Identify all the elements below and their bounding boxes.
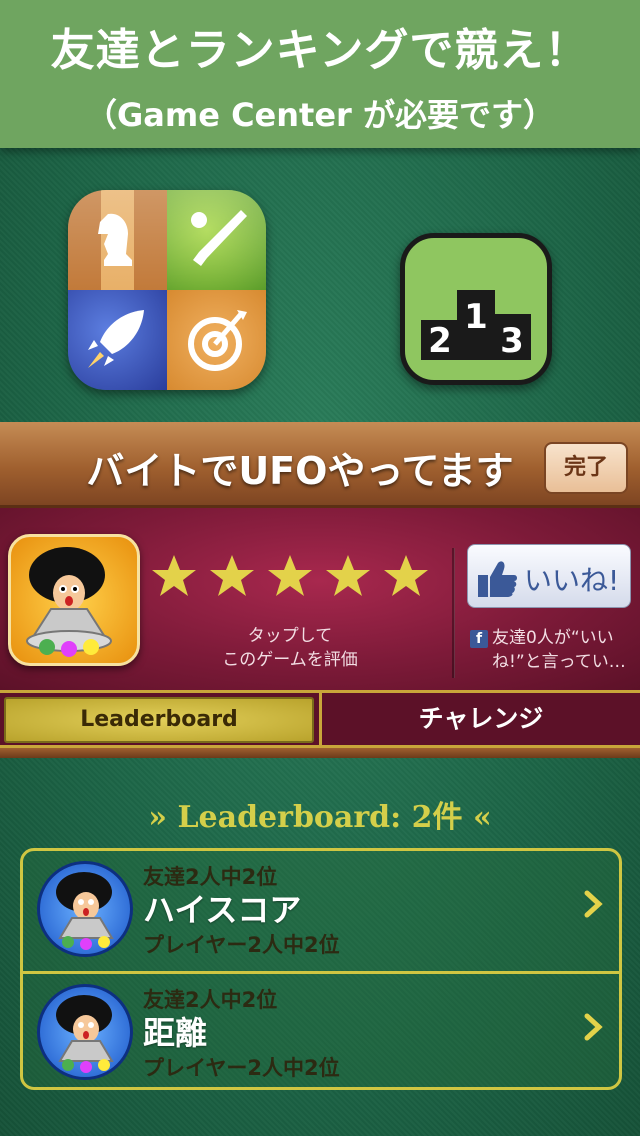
app-icon xyxy=(8,534,140,666)
rocket-icon xyxy=(68,290,167,390)
avatar xyxy=(37,861,133,957)
rate-prompt: タップして このゲームを評価 xyxy=(190,624,390,672)
list-item[interactable]: 友達2人中2位 距離 プレイヤー2人中2位 xyxy=(23,971,619,1089)
podium-ranking-icon: 2 1 3 xyxy=(400,233,552,385)
star-icon[interactable] xyxy=(324,552,372,600)
star-icon[interactable] xyxy=(208,552,256,600)
rate-prompt-line2: このゲームを評価 xyxy=(222,650,358,670)
tab-leaderboard[interactable]: Leaderboard xyxy=(4,697,314,743)
game-info-area: タップして このゲームを評価 いいね! f 友達0人が“いいね!”と言ってい… xyxy=(0,508,640,690)
double-chevron-right-icon: » xyxy=(148,800,167,835)
star-icon[interactable] xyxy=(150,552,198,600)
banner-subtitle: （Game Center が必要です） xyxy=(85,96,555,134)
leaderboard-title: Leaderboard: 2件 xyxy=(177,800,463,835)
star-icon[interactable] xyxy=(266,552,314,600)
podium-first: 1 xyxy=(464,297,488,337)
game-center-icon xyxy=(68,190,266,390)
list-item[interactable]: 友達2人中2位 ハイスコア プレイヤー2人中2位 xyxy=(23,851,619,969)
segmented-tabs: Leaderboard チャレンジ xyxy=(0,690,640,748)
avatar xyxy=(37,984,133,1080)
star-icon[interactable] xyxy=(382,552,430,600)
leaderboard-header: » Leaderboard: 2件 « xyxy=(0,792,640,836)
done-button[interactable]: 完了 xyxy=(544,442,628,494)
target-dart-icon xyxy=(167,290,266,390)
leaderboard-name: 距離 xyxy=(143,1014,208,1052)
facebook-icon: f xyxy=(470,630,488,648)
divider xyxy=(452,548,455,678)
icon-gloss xyxy=(68,190,266,290)
like-label: いいね! xyxy=(524,564,620,597)
tab-challenges[interactable]: チャレンジ xyxy=(322,697,640,743)
panel-footer-edge xyxy=(0,748,640,758)
chevron-right-icon xyxy=(584,1013,603,1041)
player-rank: プレイヤー2人中2位 xyxy=(143,1056,340,1080)
leaderboard-list: 友達2人中2位 ハイスコア プレイヤー2人中2位 友達2人中2位 距離 プレイヤ… xyxy=(20,848,622,1090)
like-button[interactable]: いいね! xyxy=(467,544,631,608)
double-chevron-left-icon: « xyxy=(473,800,492,835)
promo-banner: 友達とランキングで競え！ （Game Center が必要です） xyxy=(0,0,640,148)
leaderboard-name: ハイスコア xyxy=(143,891,302,929)
panel-header: バイトでUFOやってます 完了 xyxy=(0,422,640,508)
podium-second: 2 xyxy=(428,321,452,361)
rating-stars[interactable] xyxy=(150,552,440,602)
friends-like-text: 友達0人が“いいね!”と言ってい… xyxy=(492,628,626,672)
chevron-right-icon xyxy=(584,890,603,918)
game-title: バイトでUFOやってます xyxy=(86,449,514,493)
banner-title: 友達とランキングで競え！ xyxy=(50,25,590,76)
rate-prompt-line1: タップして xyxy=(247,626,333,646)
thumbs-up-icon xyxy=(478,561,517,597)
player-rank: プレイヤー2人中2位 xyxy=(143,933,340,957)
podium-third: 3 xyxy=(500,321,524,361)
game-center-panel: バイトでUFOやってます 完了 タップして このゲームを評価 いいね! f 友達… xyxy=(0,422,640,758)
